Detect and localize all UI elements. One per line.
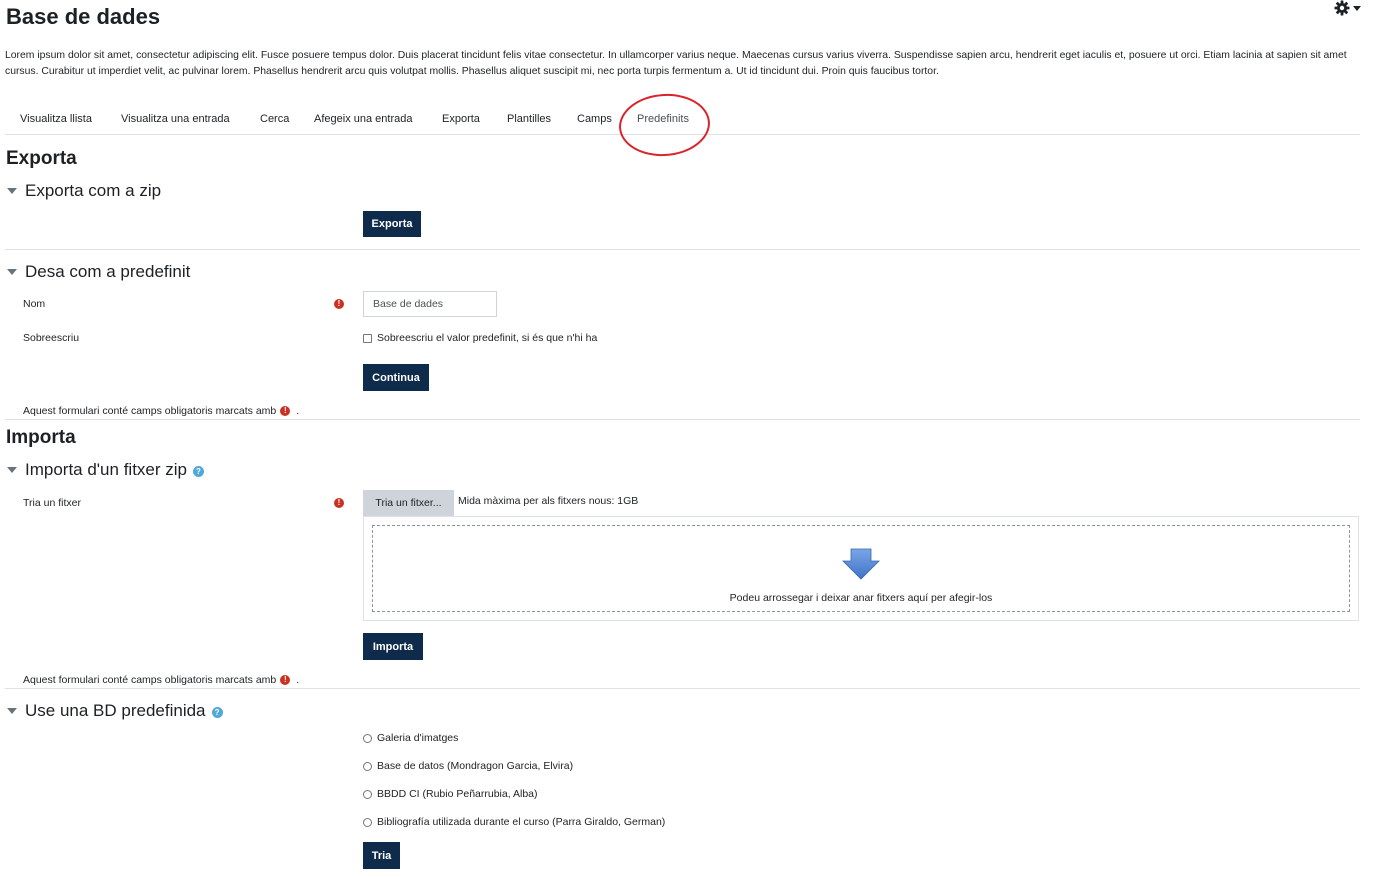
tab-cerca[interactable]: Cerca <box>260 113 289 125</box>
tab-afegeix-entrada[interactable]: Afegeix una entrada <box>314 113 412 125</box>
radio-button[interactable] <box>363 789 372 799</box>
divider <box>5 419 1360 420</box>
fieldset-save-preset-toggle[interactable]: Desa com a predefinit <box>5 261 190 283</box>
import-heading: Importa <box>6 427 76 448</box>
fieldset-use-preset-legend: Use una BD predefinida <box>25 701 206 720</box>
required-note-text: Aquest formulari conté camps obligatoris… <box>23 674 277 686</box>
required-fields-note: Aquest formulari conté camps obligatoris… <box>23 674 299 686</box>
radio-button[interactable] <box>363 817 372 827</box>
fieldset-import-zip-toggle[interactable]: Importa d'un fitxer zip ? <box>5 459 204 481</box>
name-field-label: Nom <box>23 298 46 310</box>
preset-option-label: BBDD CI (Rubio Peñarrubia, Alba) <box>377 788 538 800</box>
tab-bar: Visualitza llista Visualitza una entrada… <box>5 105 1360 135</box>
fieldset-import-zip-legend: Importa d'un fitxer zip <box>25 460 187 479</box>
dropzone-text: Podeu arrossegar i deixar anar fitxers a… <box>729 592 993 604</box>
preset-radio-option[interactable]: Base de datos (Mondragon Garcia, Elvira) <box>363 760 573 772</box>
settings-menu[interactable] <box>1334 0 1368 16</box>
choose-file-label: Tria un fitxer <box>23 497 81 509</box>
max-size-text: Mida màxima per als fitxers nous: 1GB <box>458 495 639 507</box>
tab-predefinits[interactable]: Predefinits <box>637 113 689 125</box>
preset-option-label: Bibliografía utilizada durante el curso … <box>377 816 666 828</box>
fieldset-export-zip-legend: Exporta com a zip <box>25 181 162 200</box>
preset-radio-option[interactable]: Galeria d'imatges <box>363 732 458 744</box>
required-note-end: . <box>296 674 300 686</box>
fieldset-save-preset-legend: Desa com a predefinit <box>25 262 191 281</box>
preset-option-label: Galeria d'imatges <box>377 732 459 744</box>
overwrite-field-label: Sobreescriu <box>23 332 80 344</box>
file-dropzone[interactable]: Podeu arrossegar i deixar anar fitxers a… <box>363 516 1359 621</box>
radio-button[interactable] <box>363 733 372 743</box>
preset-radio-option[interactable]: BBDD CI (Rubio Peñarrubia, Alba) <box>363 788 538 800</box>
preset-radio-option[interactable]: Bibliografía utilizada durante el curso … <box>363 816 665 828</box>
collapse-caret-icon <box>7 269 17 275</box>
help-icon[interactable]: ? <box>192 466 204 477</box>
overwrite-checkbox-label: Sobreescriu el valor predefinit, si és q… <box>377 332 598 344</box>
tab-visualitza-entrada[interactable]: Visualitza una entrada <box>121 113 230 125</box>
required-icon: ! <box>280 675 291 685</box>
required-icon: ! <box>334 498 344 508</box>
continue-button[interactable]: Continua <box>363 364 429 391</box>
tab-plantilles[interactable]: Plantilles <box>507 113 551 125</box>
tab-camps[interactable]: Camps <box>577 113 612 125</box>
import-button[interactable]: Importa <box>363 633 423 660</box>
export-heading: Exporta <box>6 148 77 169</box>
export-button[interactable]: Exporta <box>363 211 421 237</box>
fieldset-export-zip-toggle[interactable]: Exporta com a zip <box>5 180 161 202</box>
collapse-caret-icon <box>7 708 17 714</box>
overwrite-checkbox[interactable] <box>363 333 372 343</box>
tab-exporta[interactable]: Exporta <box>442 113 480 125</box>
tab-visualitza-llista[interactable]: Visualitza llista <box>20 113 92 125</box>
gear-icon <box>1334 0 1350 16</box>
preset-option-label: Base de datos (Mondragon Garcia, Elvira) <box>377 760 574 772</box>
divider <box>5 249 1360 250</box>
required-icon: ! <box>280 406 291 416</box>
page-title: Base de dades <box>6 4 161 29</box>
overwrite-checkbox-row[interactable]: Sobreescriu el valor predefinit, si és q… <box>363 332 597 344</box>
choose-preset-button[interactable]: Tria <box>363 842 400 869</box>
preset-name-input[interactable] <box>363 291 497 317</box>
collapse-caret-icon <box>7 467 17 473</box>
collapse-caret-icon <box>7 188 17 194</box>
radio-button[interactable] <box>363 761 372 771</box>
required-icon: ! <box>334 299 344 309</box>
caret-down-icon <box>1353 5 1361 11</box>
dropzone-dashed-area[interactable]: Podeu arrossegar i deixar anar fitxers a… <box>372 525 1350 612</box>
download-arrow-icon <box>842 548 880 580</box>
required-fields-note: Aquest formulari conté camps obligatoris… <box>23 405 299 417</box>
required-note-text: Aquest formulari conté camps obligatoris… <box>23 405 277 417</box>
page-description: Lorem ipsum dolor sit amet, consectetur … <box>5 50 1347 77</box>
divider <box>5 688 1360 689</box>
fieldset-use-preset-toggle[interactable]: Use una BD predefinida ? <box>5 700 223 722</box>
required-note-end: . <box>296 405 300 417</box>
help-icon[interactable]: ? <box>211 707 223 718</box>
choose-file-button[interactable]: Tria un fitxer... <box>363 490 454 516</box>
